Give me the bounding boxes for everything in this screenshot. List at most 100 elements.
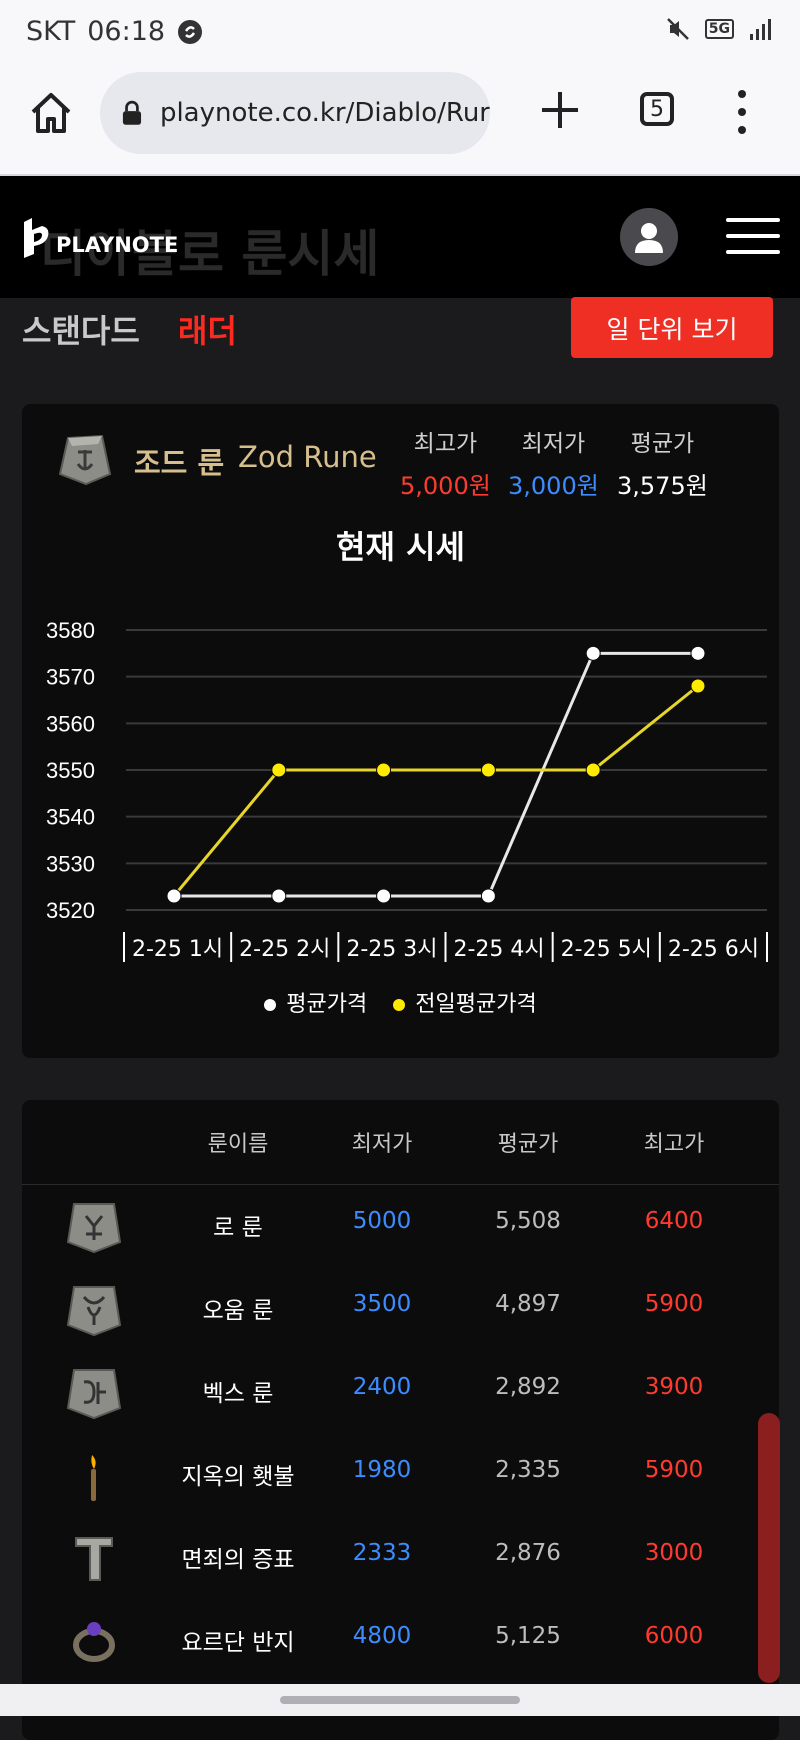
status-bar: SKT 06:18 5G — [0, 0, 800, 62]
y-tick-label: 3540 — [46, 805, 95, 830]
torch-icon — [91, 1455, 96, 1501]
address-bar[interactable]: playnote.co.kr/Diablo/Rur — [100, 72, 490, 154]
cell-avg: 5,508 — [495, 1208, 561, 1234]
stat-avg-value: 3,575원 — [617, 472, 708, 500]
cell-max: 6400 — [644, 1208, 704, 1234]
data-point-avg — [376, 888, 392, 904]
data-point-prev-avg — [271, 762, 287, 778]
data-point-prev-avg — [585, 762, 601, 778]
chart-title: 현재 시세 — [336, 528, 465, 566]
header-name: 룬이름 — [207, 1132, 269, 1157]
table-header: 룬이름 최저가 평균가 최고가 — [22, 1100, 779, 1185]
zod-rune-icon — [58, 434, 112, 486]
cell-min: 2400 — [352, 1374, 412, 1400]
y-tick-label: 3550 — [46, 758, 95, 783]
table-row[interactable]: 오움 룬 3500 4,897 5900 — [22, 1267, 779, 1350]
rune-price-card: 조드 룬 Zod Rune 최고가 5,000원 최저가 3,000원 평균가 … — [22, 404, 779, 1058]
cell-avg: 2,892 — [495, 1374, 561, 1400]
user-icon — [635, 223, 663, 253]
gesture-nav-bar — [0, 1684, 800, 1716]
x-tick-label: 2-25 4시 — [453, 937, 544, 962]
cell-avg: 2,335 — [495, 1457, 561, 1483]
mode-selector: 스탠다드 래더 일 단위 보기 — [0, 297, 800, 374]
header-max: 최고가 — [643, 1132, 705, 1157]
x-tick-label: 2-25 3시 — [346, 937, 437, 962]
more-menu-icon[interactable] — [734, 90, 750, 134]
cell-name: 지옥의 횃불 — [181, 1464, 295, 1490]
mute-icon — [666, 18, 689, 40]
data-point-prev-avg — [376, 762, 392, 778]
data-point-avg — [480, 888, 496, 904]
site-header: 디아블로 룬시세 PLAYNOTE — [0, 176, 800, 298]
scrollbar-thumb[interactable] — [758, 1413, 780, 1683]
network-badge: 5G — [704, 19, 734, 39]
data-point-prev-avg — [690, 678, 706, 694]
header-avg: 평균가 — [497, 1132, 559, 1157]
x-tick-label: 2-25 2시 — [239, 937, 330, 962]
data-point-prev-avg — [480, 762, 496, 778]
table-row[interactable]: 로 룬 5000 5,508 6400 — [22, 1184, 779, 1267]
header-min: 최저가 — [351, 1132, 413, 1157]
playnote-logo-icon — [24, 218, 49, 258]
y-tick-label: 3570 — [46, 665, 95, 690]
price-line-chart: 3520 3530 3540 3550 3560 3570 3580 2-25 1시 2-25 … — [46, 618, 768, 962]
cell-min: 2333 — [352, 1540, 412, 1566]
y-tick-label: 3530 — [46, 851, 95, 876]
cell-avg: 5,125 — [495, 1623, 561, 1649]
cell-min: 5000 — [352, 1208, 412, 1234]
stat-max-value: 5,000원 — [400, 472, 491, 500]
day-view-button[interactable]: 일 단위 보기 — [571, 297, 773, 358]
tab-ladder[interactable]: 래더 — [178, 306, 237, 352]
cell-min: 3500 — [352, 1291, 412, 1317]
legend-item-avg[interactable]: 평균가격 — [264, 986, 367, 1018]
new-tab-icon[interactable] — [538, 88, 582, 132]
browser-toolbar: playnote.co.kr/Diablo/Rur 5 — [0, 62, 800, 176]
table-row[interactable]: 지옥의 횃불 1980 2,335 5900 — [22, 1433, 779, 1516]
x-tick-label: 2-25 6시 — [668, 937, 759, 962]
rune-price-table: 룬이름 최저가 평균가 최고가 로 룬 5000 5,508 6400 오움 룬 3500… — [22, 1100, 779, 1740]
ring-icon — [73, 1622, 115, 1662]
cell-max: 5900 — [644, 1457, 704, 1483]
stat-avg-label: 평균가 — [630, 431, 695, 457]
chart-legend: 평균가격 전일평균가격 — [22, 986, 779, 1018]
lock-icon — [122, 100, 142, 125]
x-tick-label: 2-25 5시 — [561, 937, 652, 962]
home-icon[interactable] — [28, 90, 74, 136]
cell-name: 면죄의 증표 — [181, 1547, 295, 1573]
hamburger-menu-icon[interactable] — [726, 218, 780, 254]
series-line-avg — [174, 651, 698, 898]
table-row[interactable]: 요르단 반지 4800 5,125 6000 — [22, 1599, 779, 1682]
stat-min-value: 3,000원 — [508, 472, 599, 500]
stat-max-label: 최고가 — [413, 431, 478, 457]
cell-min: 4800 — [352, 1623, 412, 1649]
tab-switcher-button[interactable]: 5 — [640, 92, 674, 126]
cell-max: 5900 — [644, 1291, 704, 1317]
carrier-label: SKT — [26, 16, 76, 47]
table-row[interactable]: 면죄의 증표 2333 2,876 3000 — [22, 1516, 779, 1599]
home-gesture-pill[interactable] — [280, 1696, 520, 1704]
cell-name: 로 룬 — [213, 1215, 263, 1241]
legend-item-prev-avg[interactable]: 전일평균가격 — [393, 986, 537, 1018]
table-row[interactable]: 벡스 룬 2400 2,892 3900 — [22, 1350, 779, 1433]
legend-label-prev-avg: 전일평균가격 — [415, 992, 537, 1017]
token-icon — [75, 1537, 113, 1581]
url-text: playnote.co.kr/Diablo/Rur — [159, 98, 490, 128]
cell-max: 3000 — [644, 1540, 704, 1566]
x-tick-label: 2-25 1시 — [132, 937, 223, 962]
cell-max: 3900 — [644, 1374, 704, 1400]
data-point-avg — [166, 888, 182, 904]
stat-max: 최고가 5,000원 — [400, 424, 491, 501]
rune-name-korean: 조드 룬 — [134, 446, 225, 480]
series-line-prev-avg — [172, 684, 699, 897]
stat-min: 최저가 3,000원 — [508, 424, 599, 501]
cell-name: 벡스 룬 — [202, 1381, 274, 1407]
y-tick-label: 3560 — [46, 711, 95, 736]
site-logo[interactable]: PLAYNOTE — [20, 216, 178, 260]
data-point-avg — [271, 888, 287, 904]
tab-standard[interactable]: 스탠다드 — [22, 306, 140, 352]
cell-max: 6000 — [644, 1623, 704, 1649]
user-account-button[interactable] — [620, 208, 678, 266]
data-point-avg — [690, 645, 706, 661]
rune-name-english: Zod Rune — [238, 440, 377, 474]
shazam-icon — [178, 19, 203, 44]
